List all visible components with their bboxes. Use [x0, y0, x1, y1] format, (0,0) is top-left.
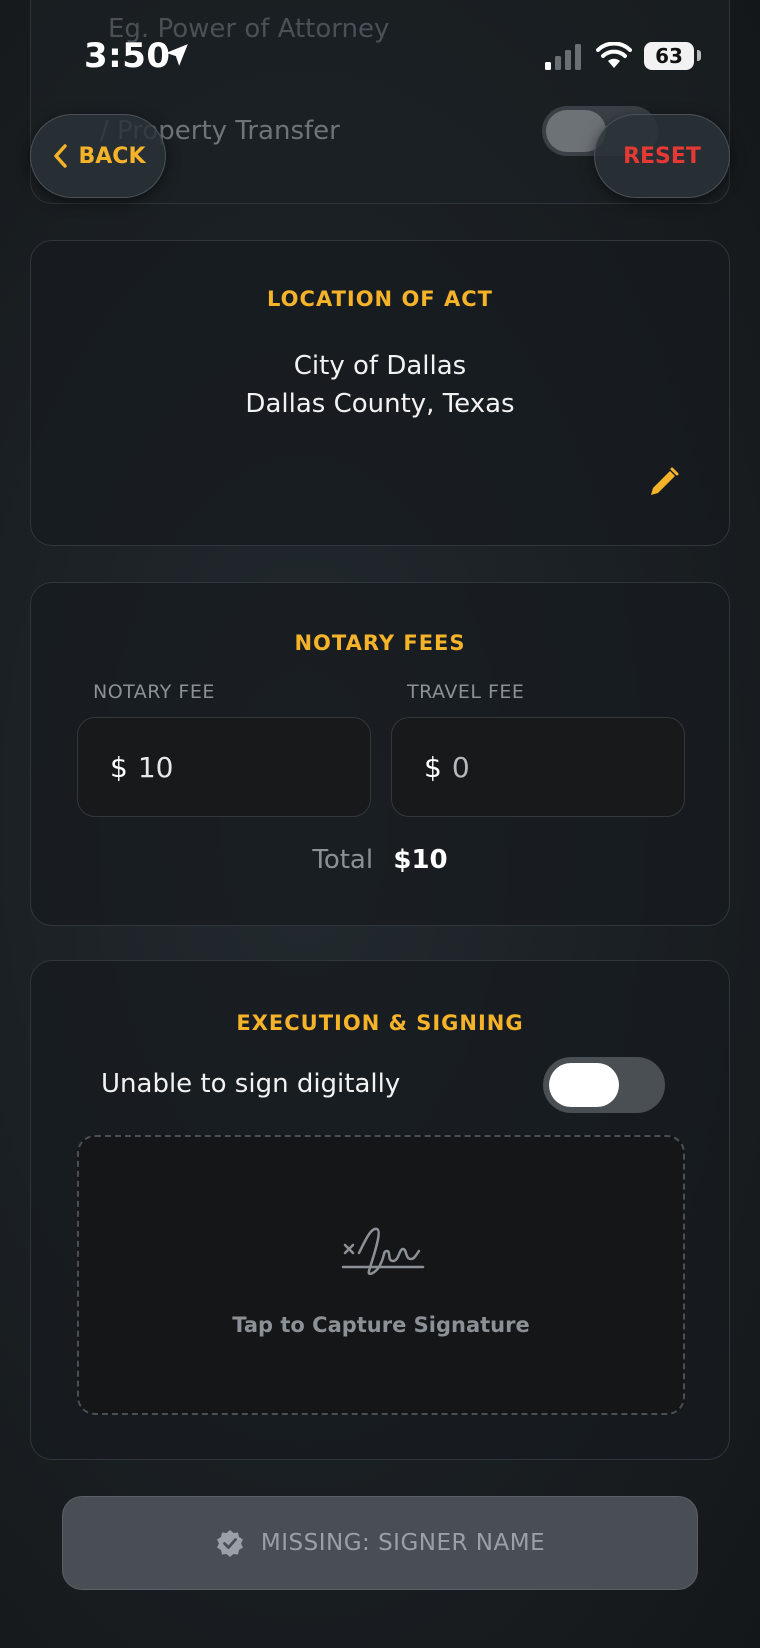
unable-to-sign-label: Unable to sign digitally	[101, 1069, 401, 1099]
signature-icon	[341, 1227, 425, 1275]
signature-capture-area[interactable]: Tap to Capture Signature	[77, 1135, 685, 1415]
location-arrow-icon	[166, 44, 188, 66]
notary-fee-currency: $	[110, 750, 128, 784]
battery-indicator: 63	[644, 42, 694, 70]
notary-fee-value: 10	[137, 750, 174, 784]
location-city: City of Dallas	[293, 351, 467, 381]
verified-badge-icon	[216, 1530, 243, 1557]
status-time: 3:50	[84, 36, 171, 76]
travel-fee-label: TRAVEL FEE	[407, 681, 525, 703]
notary-fee-input[interactable]: $ 10	[77, 717, 371, 817]
unable-to-sign-toggle[interactable]	[543, 1057, 665, 1113]
missing-signer-button[interactable]: MISSING: SIGNER NAME	[62, 1496, 698, 1590]
back-button[interactable]: BACK	[30, 114, 166, 198]
wifi-icon	[596, 42, 632, 68]
travel-fee-placeholder: 0	[451, 750, 470, 784]
back-label: BACK	[78, 143, 146, 169]
travel-fee-currency: $	[424, 750, 442, 784]
location-county-state: Dallas County, Texas	[245, 389, 515, 419]
travel-fee-input[interactable]: $ 0	[391, 717, 685, 817]
location-card: LOCATION OF ACT City of Dallas Dallas Co…	[30, 240, 730, 546]
chevron-left-icon	[53, 144, 67, 168]
total-label: Total	[312, 845, 374, 875]
fees-title: NOTARY FEES	[294, 631, 466, 655]
execution-card: EXECUTION & SIGNING Unable to sign digit…	[30, 960, 730, 1460]
cellular-signal-icon	[545, 44, 581, 70]
fees-total-row: Total $10	[31, 845, 729, 875]
battery-nub	[697, 50, 701, 61]
signature-prompt: Tap to Capture Signature	[232, 1313, 530, 1337]
unable-to-sign-toggle-knob	[549, 1063, 619, 1107]
execution-title: EXECUTION & SIGNING	[236, 1011, 524, 1035]
notary-fee-label: NOTARY FEE	[93, 681, 215, 703]
reset-label: RESET	[623, 143, 701, 169]
reset-button[interactable]: RESET	[594, 114, 730, 198]
location-title: LOCATION OF ACT	[267, 287, 493, 311]
pencil-icon[interactable]	[645, 465, 681, 501]
status-bar: 3:50 63	[0, 0, 760, 110]
missing-signer-label: MISSING: SIGNER NAME	[260, 1530, 546, 1556]
total-value: $10	[393, 845, 448, 875]
fees-card: NOTARY FEES NOTARY FEE TRAVEL FEE $ 10 $…	[30, 582, 730, 926]
